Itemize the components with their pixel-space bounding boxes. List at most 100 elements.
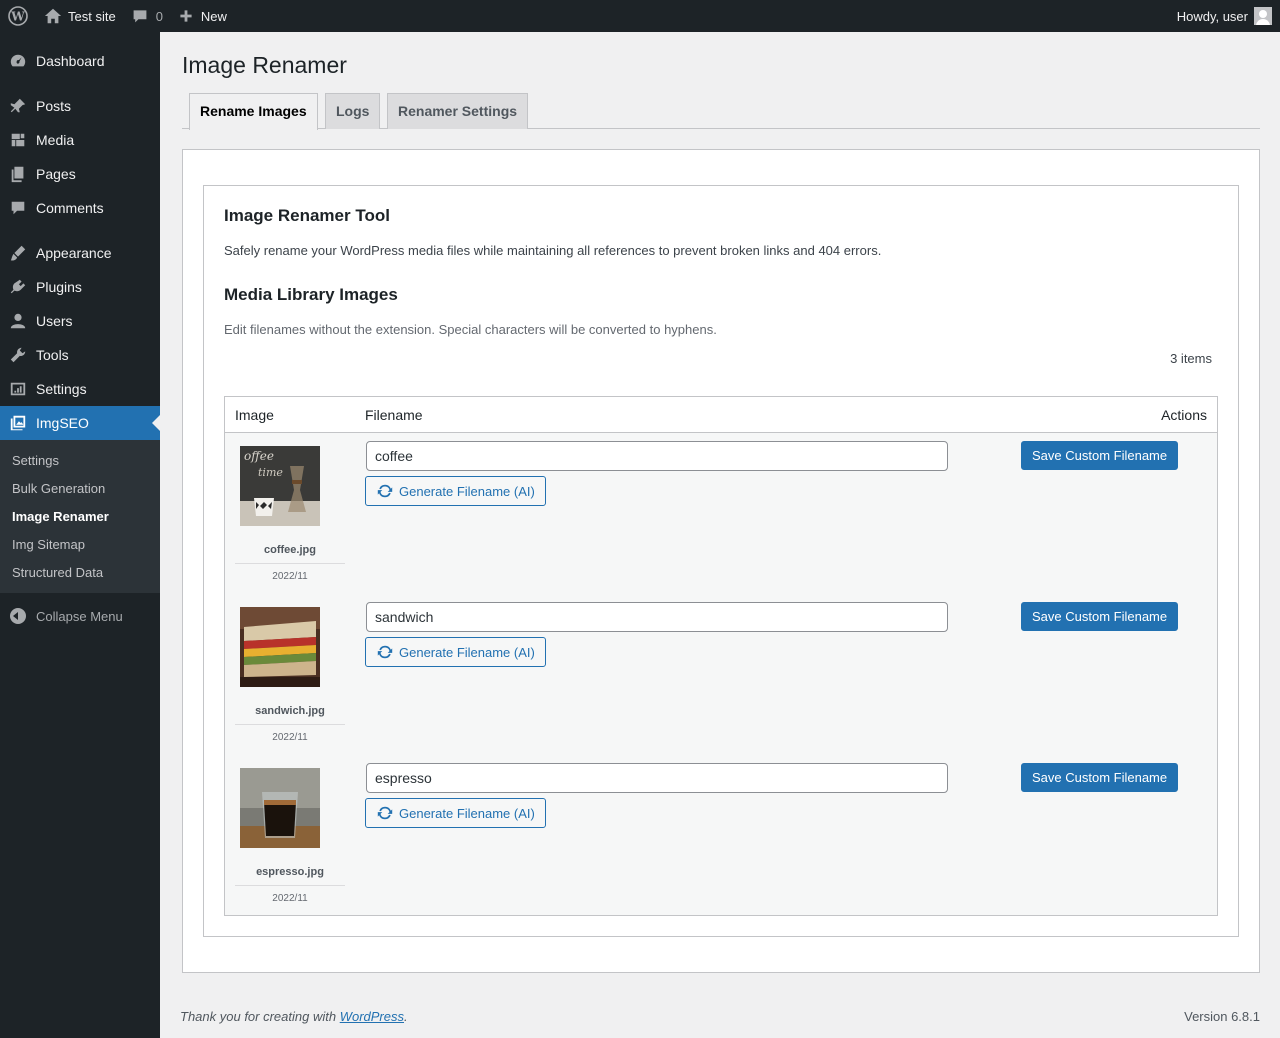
- page-title: Image Renamer: [182, 52, 347, 78]
- sidebar-item-label: Media: [36, 132, 75, 148]
- generate-filename-label: Generate Filename (AI): [399, 644, 535, 660]
- filename-input[interactable]: [366, 602, 948, 632]
- sidebar-item-plugins[interactable]: Plugins: [0, 270, 160, 304]
- sidebar-item-imgseo[interactable]: ImgSEO: [0, 406, 160, 440]
- sidebar-item-dashboard[interactable]: Dashboard: [0, 44, 160, 78]
- comments-count: 0: [155, 8, 163, 24]
- comment-bubble-icon: [133, 10, 147, 23]
- tab-rename-images[interactable]: Rename Images: [189, 93, 318, 130]
- submenu-item-image-renamer[interactable]: Image Renamer: [0, 503, 160, 531]
- tab-logs[interactable]: Logs: [325, 93, 381, 129]
- save-custom-filename-button[interactable]: Save Custom Filename: [1021, 763, 1179, 792]
- file-date: 2022/11: [235, 724, 345, 743]
- sidebar-item-tools[interactable]: Tools: [0, 338, 160, 372]
- refresh-icon: [377, 484, 393, 498]
- sidebar-item-users[interactable]: Users: [0, 304, 160, 338]
- site-name-label: Test site: [68, 8, 116, 24]
- generate-filename-label: Generate Filename (AI): [399, 483, 535, 499]
- plus-icon: [180, 10, 192, 22]
- sandwich-thumbnail: [240, 607, 320, 687]
- generate-filename-label: Generate Filename (AI): [399, 805, 535, 821]
- sidebar-item-label: Users: [36, 313, 73, 329]
- submenu-item-structured-data[interactable]: Structured Data: [0, 559, 160, 587]
- sidebar-item-label: Dashboard: [36, 53, 105, 69]
- file-date: 2022/11: [235, 563, 345, 582]
- images-icon: [8, 413, 28, 433]
- collapse-menu-button[interactable]: Collapse Menu: [0, 599, 160, 633]
- sidebar-item-posts[interactable]: Posts: [0, 89, 160, 123]
- svg-text:W: W: [10, 10, 25, 24]
- settings-icon: [8, 379, 28, 399]
- media-icon: [8, 130, 28, 150]
- refresh-icon: [377, 645, 393, 659]
- tool-description: Safely rename your WordPress media files…: [224, 243, 882, 258]
- pages-icon: [8, 164, 28, 184]
- wrench-icon: [8, 345, 28, 365]
- sidebar-item-label: Pages: [36, 166, 76, 182]
- refresh-icon: [377, 806, 393, 820]
- comments-link[interactable]: 0: [124, 0, 171, 32]
- coffee-thumbnail: offee time: [240, 446, 320, 526]
- sidebar-item-label: Comments: [36, 200, 104, 216]
- account-menu[interactable]: Howdy, user: [1169, 0, 1280, 32]
- footer-version: Version 6.8.1: [1184, 1009, 1260, 1024]
- sidebar-item-pages[interactable]: Pages: [0, 157, 160, 191]
- table-header: Image Filename Actions: [225, 397, 1217, 433]
- column-header-filename: Filename: [365, 407, 423, 423]
- filename-input[interactable]: [366, 763, 948, 793]
- column-header-actions: Actions: [1161, 407, 1207, 423]
- sidebar-item-label: Appearance: [36, 245, 112, 261]
- file-name: espresso.jpg: [256, 866, 324, 878]
- new-content-link[interactable]: New: [171, 0, 235, 32]
- submenu-item-settings[interactable]: Settings: [0, 447, 160, 475]
- plugin-icon: [8, 277, 28, 297]
- sidebar-item-label: Posts: [36, 98, 72, 114]
- renamer-tool-card: Image Renamer Tool Safely rename your Wo…: [203, 185, 1239, 937]
- wordpress-logo-button[interactable]: W: [0, 0, 36, 32]
- file-name: coffee.jpg: [264, 544, 316, 556]
- items-count: 3 items: [1170, 351, 1212, 366]
- new-label: New: [200, 8, 227, 24]
- tab-renamer-settings[interactable]: Renamer Settings: [387, 93, 529, 129]
- sidebar-item-comments[interactable]: Comments: [0, 191, 160, 225]
- save-custom-filename-button[interactable]: Save Custom Filename: [1021, 602, 1179, 631]
- file-date: 2022/11: [235, 885, 345, 904]
- generate-filename-button[interactable]: Generate Filename (AI): [365, 798, 546, 828]
- home-icon: [44, 8, 62, 24]
- generate-filename-button[interactable]: Generate Filename (AI): [365, 476, 546, 506]
- sidebar-item-media[interactable]: Media: [0, 123, 160, 157]
- nav-tabs: Rename Images Logs Renamer Settings: [182, 93, 1260, 130]
- renamer-panel: Image Renamer Tool Safely rename your Wo…: [182, 149, 1260, 973]
- collapse-arrow-icon: [10, 608, 26, 624]
- submenu-item-bulk-generation[interactable]: Bulk Generation: [0, 475, 160, 503]
- images-table: Image Filename Actions offee time coffee…: [224, 396, 1218, 916]
- sidebar-item-settings[interactable]: Settings: [0, 372, 160, 406]
- howdy-label: Howdy, user: [1176, 8, 1248, 24]
- column-header-image: Image: [235, 407, 274, 423]
- imgseo-submenu: Settings Bulk Generation Image Renamer I…: [0, 440, 160, 593]
- svg-text:offee: offee: [244, 449, 274, 463]
- wordpress-logo-icon: W: [8, 6, 28, 26]
- admin-bar: W Test site 0 New Howdy, user: [0, 0, 1280, 32]
- sidebar-item-label: Plugins: [36, 279, 82, 295]
- table-row: espresso.jpg 2022/11 Generate Filename (…: [225, 755, 1217, 916]
- site-name-link[interactable]: Test site: [36, 0, 124, 32]
- generate-filename-button[interactable]: Generate Filename (AI): [365, 637, 546, 667]
- sidebar-item-appearance[interactable]: Appearance: [0, 236, 160, 270]
- collapse-menu-label: Collapse Menu: [36, 608, 123, 624]
- svg-text:time: time: [258, 466, 283, 479]
- espresso-thumbnail: [240, 768, 320, 848]
- wordpress-link[interactable]: WordPress: [340, 1009, 404, 1024]
- user-icon: [8, 311, 28, 331]
- comment-icon: [8, 198, 28, 218]
- brush-icon: [8, 243, 28, 263]
- avatar: [1254, 7, 1272, 25]
- save-custom-filename-button[interactable]: Save Custom Filename: [1021, 441, 1179, 470]
- library-description: Edit filenames without the extension. Sp…: [224, 322, 717, 337]
- table-row: offee time coffee.jpg 2022/11 Gener: [225, 433, 1217, 594]
- dashboard-icon: [8, 51, 28, 71]
- filename-input[interactable]: [366, 441, 948, 471]
- footer-thanks: Thank you for creating with WordPress.: [180, 1009, 408, 1024]
- submenu-item-img-sitemap[interactable]: Img Sitemap: [0, 531, 160, 559]
- footer-thanks-prefix: Thank you for creating with: [180, 1009, 340, 1024]
